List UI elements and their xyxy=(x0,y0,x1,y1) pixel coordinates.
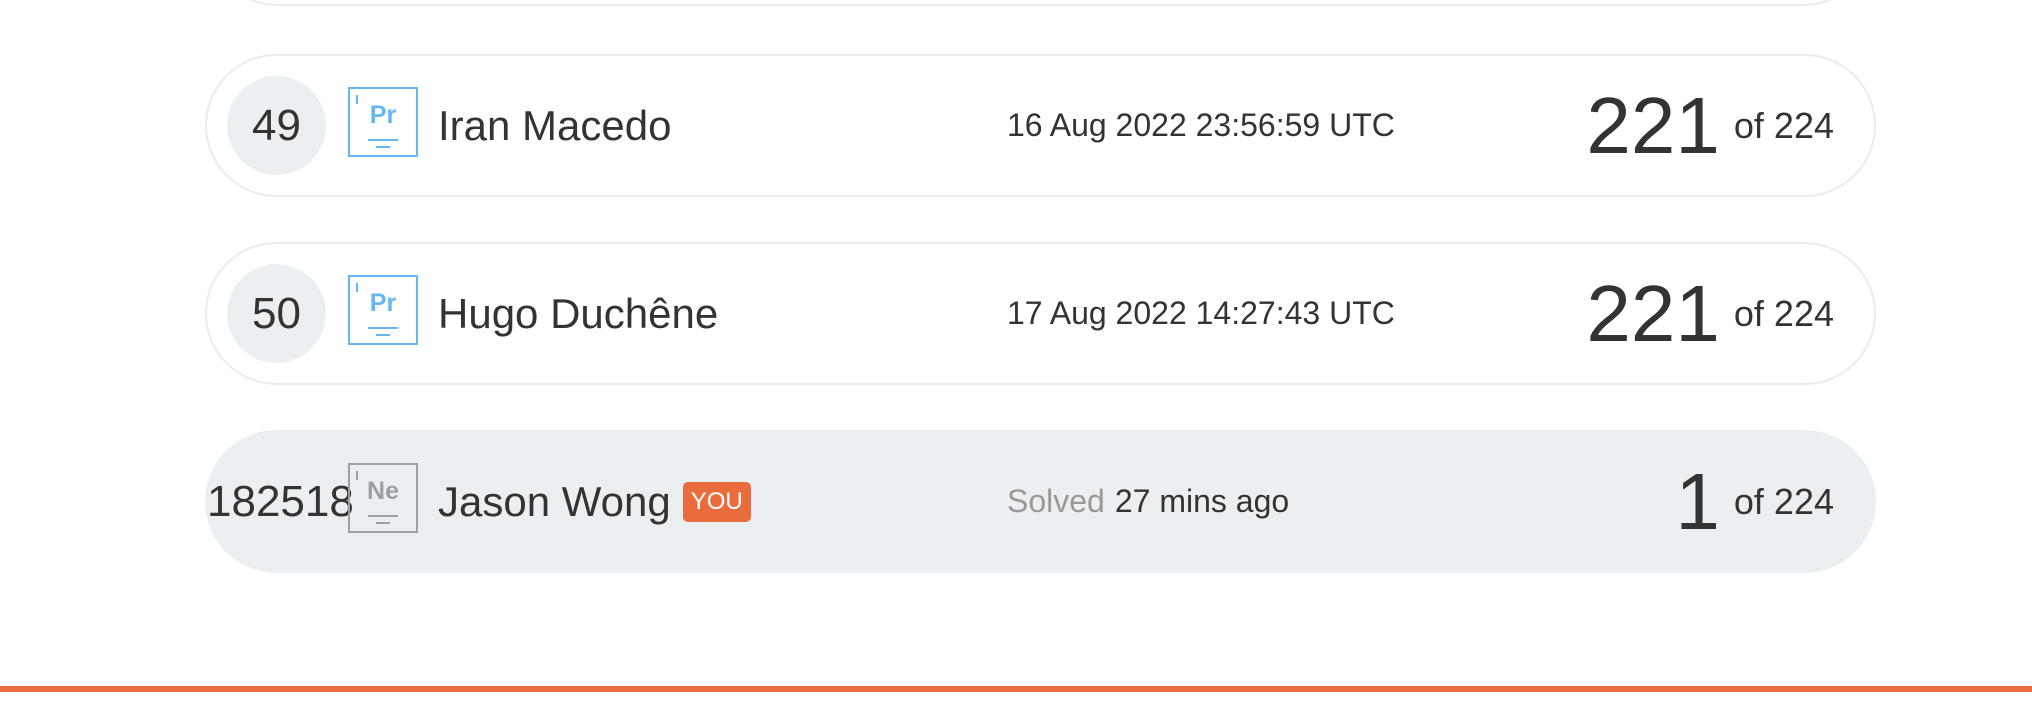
score-total: of 224 xyxy=(1733,104,1834,146)
badge-symbol: Ne xyxy=(367,477,399,505)
leaderboard-row[interactable]: 49 Pr Iran Macedo 16 Aug 2022 23:56:59 U… xyxy=(205,54,1876,197)
rank-number: 182518 xyxy=(207,476,354,526)
rank-number: 50 xyxy=(227,264,326,363)
previous-row-edge xyxy=(205,0,1876,6)
element-badge-icon: Ne xyxy=(348,463,418,533)
player-name[interactable]: Jason Wong xyxy=(438,478,671,526)
score-value: 1 xyxy=(1675,456,1720,546)
score-total: of 224 xyxy=(1733,480,1834,522)
footer-accent-line xyxy=(0,686,2032,692)
player-name[interactable]: Hugo Duchêne xyxy=(438,244,718,383)
score-value: 221 xyxy=(1586,80,1720,170)
solved-time: 16 Aug 2022 23:56:59 UTC xyxy=(1007,107,1395,143)
solved-relative-time: 27 mins ago xyxy=(1114,483,1290,519)
badge-symbol: Pr xyxy=(369,101,397,129)
score: 1 of 224 xyxy=(1675,432,1834,571)
solved-time: Solved 27 mins ago xyxy=(1007,432,1289,571)
you-badge: YOU xyxy=(682,481,751,522)
rank-number: 49 xyxy=(227,76,326,175)
element-badge-icon: Pr xyxy=(348,275,418,345)
player-name-wrapper: Jason Wong YOU xyxy=(438,432,751,571)
leaderboard-row[interactable]: 50 Pr Hugo Duchêne 17 Aug 2022 14:27:43 … xyxy=(205,242,1876,385)
score: 221 of 224 xyxy=(1586,56,1834,195)
solved-time: 17 Aug 2022 14:27:43 UTC xyxy=(1007,295,1395,331)
badge-symbol: Pr xyxy=(369,289,397,317)
score: 221 of 224 xyxy=(1586,244,1834,383)
leaderboard-page: 49 Pr Iran Macedo 16 Aug 2022 23:56:59 U… xyxy=(0,0,2032,718)
element-badge-icon: Pr xyxy=(348,87,418,157)
score-total: of 224 xyxy=(1733,292,1834,334)
solved-prefix: Solved xyxy=(1007,483,1105,519)
current-user-row[interactable]: 182518 Ne Jason Wong YOU Solved 27 mins … xyxy=(205,430,1876,573)
score-value: 221 xyxy=(1586,268,1720,358)
player-name[interactable]: Iran Macedo xyxy=(438,56,671,195)
